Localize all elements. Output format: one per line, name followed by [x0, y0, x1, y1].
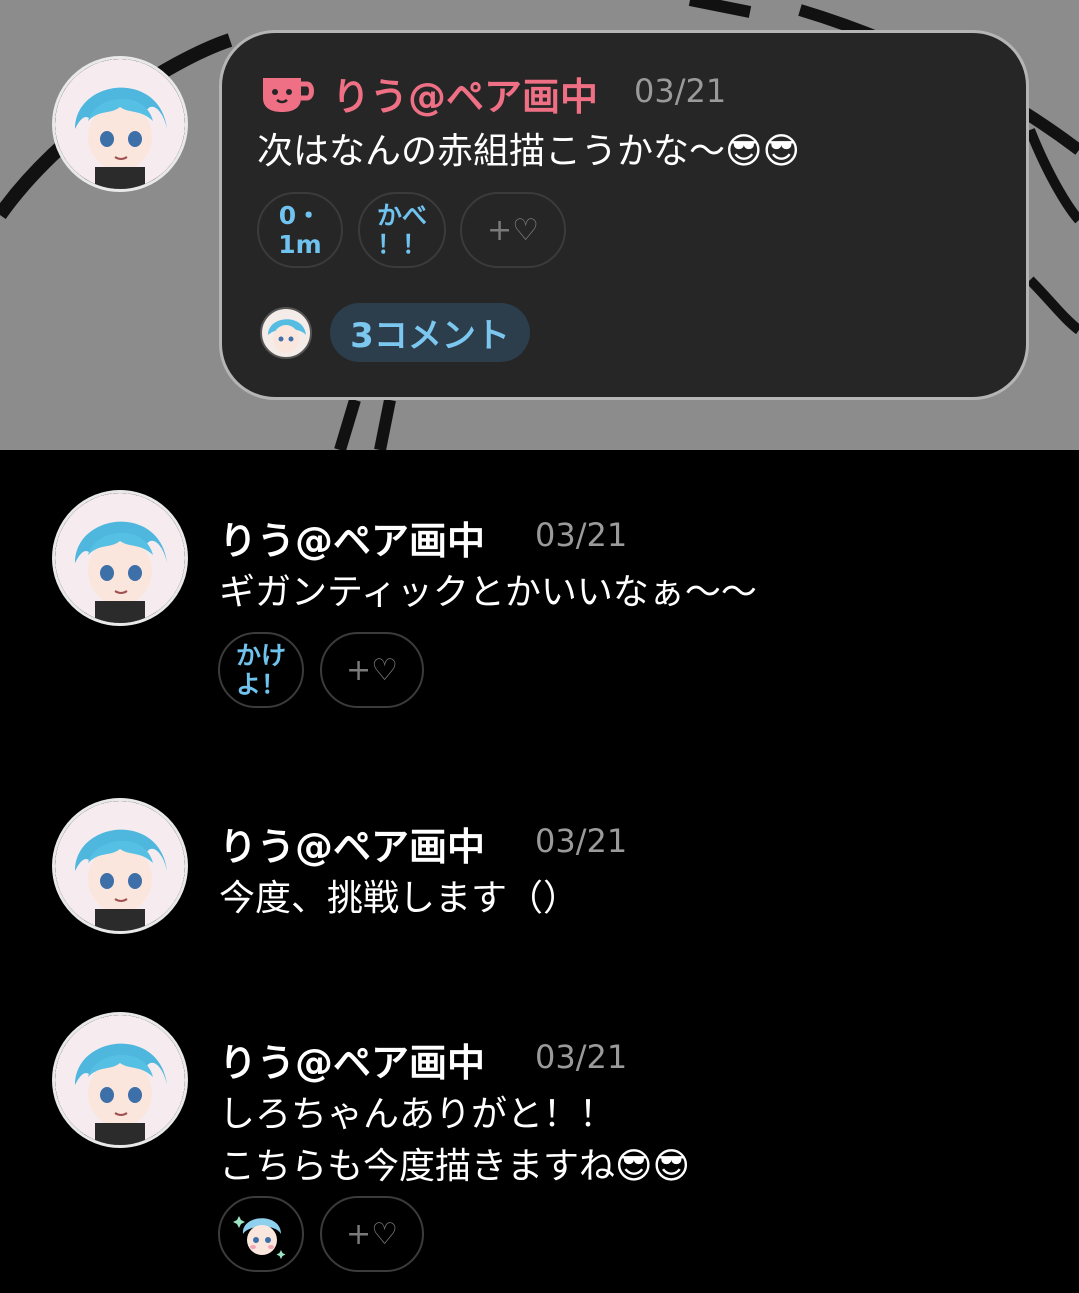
- coffee-cup-icon: [263, 78, 314, 112]
- author-avatar[interactable]: [52, 490, 188, 626]
- comment-date: 03/21: [535, 516, 628, 554]
- comment-author-name[interactable]: りう@ペア画中: [219, 510, 485, 565]
- comment-text-line1: しろちゃんありがと！！: [219, 1094, 616, 1135]
- commenter-avatar: [260, 307, 312, 359]
- post-author-name[interactable]: りう@ペア画中: [332, 66, 598, 121]
- comment-date: 03/21: [535, 1038, 628, 1076]
- comment-text-line2: こちらも今度描きますね😎😎: [219, 1146, 691, 1187]
- comment-text: 今度、挑戦します（）: [219, 878, 580, 919]
- sticker-reaction-chip[interactable]: [218, 1196, 304, 1272]
- add-reaction-button[interactable]: +♡: [320, 632, 424, 708]
- author-avatar[interactable]: [52, 1012, 188, 1148]
- comments-count-button[interactable]: 3コメント: [330, 303, 530, 362]
- comment-text: ギガンティックとかいいなぁ〜〜: [219, 572, 757, 613]
- chibi-sticker-icon: [233, 1216, 286, 1259]
- comment-author-name[interactable]: りう@ペア画中: [219, 1032, 485, 1087]
- add-reaction-button[interactable]: +♡: [320, 1196, 424, 1272]
- post-text: 次はなんの赤組描こうかな〜😎😎: [257, 131, 801, 172]
- add-reaction-button[interactable]: +♡: [460, 192, 566, 268]
- reaction-chip[interactable]: かけ よ！: [218, 632, 304, 708]
- comment-date: 03/21: [535, 822, 628, 860]
- comment-author-name[interactable]: りう@ペア画中: [219, 816, 485, 871]
- post-date: 03/21: [634, 72, 727, 110]
- reaction-chip[interactable]: 0・ 1m: [257, 192, 343, 268]
- author-avatar[interactable]: [52, 56, 188, 192]
- author-avatar[interactable]: [52, 798, 188, 934]
- reaction-chip[interactable]: かべ ！！: [358, 192, 446, 268]
